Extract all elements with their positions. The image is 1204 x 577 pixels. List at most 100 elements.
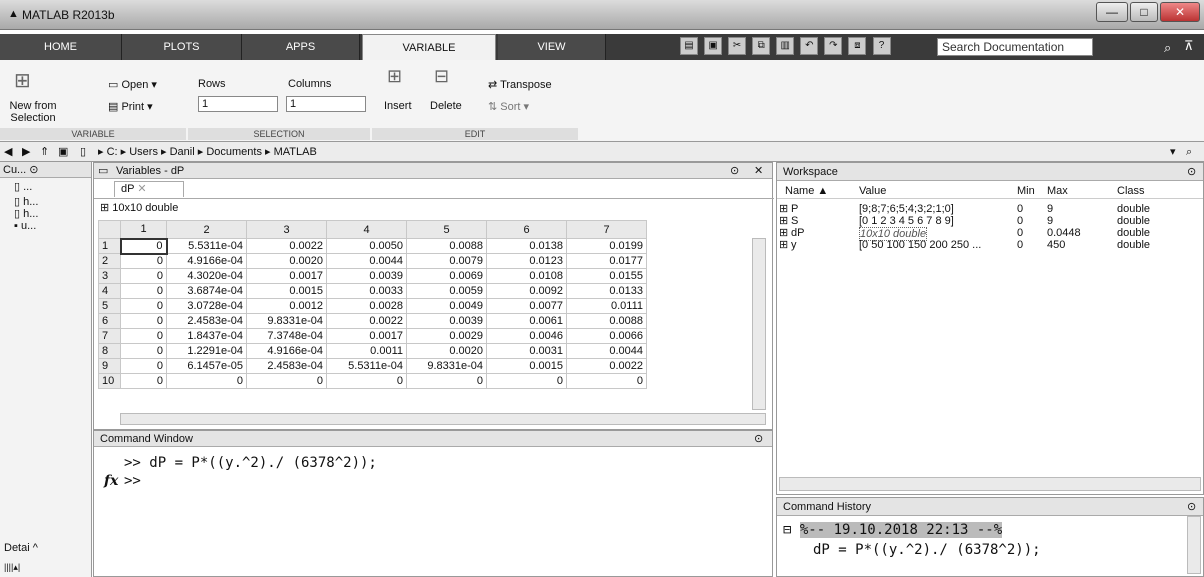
- grid-cell[interactable]: 0.0079: [406, 253, 487, 269]
- back-icon[interactable]: ◀: [4, 142, 12, 162]
- variable-grid[interactable]: 1234567 1 0 5.5311e-04 0.0022 0.0050 0.0088 0.…: [98, 220, 647, 389]
- row-header[interactable]: 2: [98, 253, 121, 269]
- row-header[interactable]: 8: [98, 343, 121, 359]
- tab-plots[interactable]: PLOTS: [122, 34, 242, 60]
- tab-close-icon[interactable]: ✕: [137, 183, 146, 195]
- columns-input[interactable]: 1: [286, 96, 366, 112]
- grid-cell[interactable]: 0.0039: [326, 268, 407, 284]
- row-header[interactable]: 7: [98, 328, 121, 344]
- col-name[interactable]: Name ▲: [785, 185, 828, 197]
- grid-cell[interactable]: 0.0059: [406, 283, 487, 299]
- tab-view[interactable]: VIEW: [498, 34, 606, 60]
- switch-windows-icon[interactable]: ⧈: [848, 37, 867, 55]
- grid-cell[interactable]: 0: [120, 313, 167, 329]
- row-header[interactable]: 5: [98, 298, 121, 314]
- grid-cell[interactable]: 0: [120, 298, 167, 314]
- tab-apps[interactable]: APPS: [242, 34, 360, 60]
- grid-cell[interactable]: 2.4583e-04: [166, 313, 247, 329]
- grid-cell[interactable]: 0.0049: [406, 298, 487, 314]
- grid-cell[interactable]: 0.0017: [246, 268, 327, 284]
- col-value[interactable]: Value: [859, 185, 886, 197]
- grid-cell[interactable]: 0.0108: [486, 268, 567, 284]
- grid-cell[interactable]: 0.0029: [406, 328, 487, 344]
- grid-cell[interactable]: 5.5311e-04: [326, 358, 407, 374]
- column-header[interactable]: 2: [166, 220, 247, 239]
- breadcrumb-users[interactable]: Users: [129, 146, 158, 158]
- grid-cell[interactable]: 7.3748e-04: [246, 328, 327, 344]
- address-search-icon[interactable]: ⌕: [1186, 142, 1192, 162]
- insert-button[interactable]: Insert: [384, 100, 412, 112]
- grid-cell[interactable]: 0.0022: [566, 358, 647, 374]
- grid-cell[interactable]: 0.0199: [566, 238, 647, 254]
- collapse-icon[interactable]: ⊟: [783, 522, 791, 538]
- grid-cell[interactable]: 0.0133: [566, 283, 647, 299]
- grid-cell[interactable]: 2.4583e-04: [246, 358, 327, 374]
- grid-cell[interactable]: 0: [119, 237, 168, 255]
- collapse-toolstrip-icon[interactable]: ⊼: [1184, 38, 1194, 54]
- grid-cell[interactable]: 0: [120, 373, 167, 389]
- breadcrumb-danil[interactable]: Danil: [170, 146, 195, 158]
- layout-icon[interactable]: ▤: [680, 37, 698, 55]
- history-section[interactable]: ⊟ %-- 19.10.2018 22:13 --%: [783, 522, 1003, 538]
- variables-menu-icon[interactable]: ⊙: [730, 164, 739, 177]
- column-header[interactable]: 7: [566, 220, 647, 239]
- paste-icon[interactable]: ▥: [776, 37, 795, 55]
- row-header[interactable]: 1: [98, 238, 121, 254]
- grid-cell[interactable]: 0.0015: [246, 283, 327, 299]
- grid-cell[interactable]: 0.0012: [246, 298, 327, 314]
- row-header[interactable]: 9: [98, 358, 121, 374]
- grid-cell[interactable]: 0: [566, 373, 647, 389]
- row-header[interactable]: 3: [98, 268, 121, 284]
- grid-cell[interactable]: 9.8331e-04: [406, 358, 487, 374]
- copy-icon[interactable]: ⧉: [752, 37, 771, 55]
- up-folder-icon[interactable]: ⇑: [40, 142, 49, 162]
- grid-cell[interactable]: 0.0046: [486, 328, 567, 344]
- row-header[interactable]: 10: [98, 373, 121, 389]
- row-header[interactable]: 4: [98, 283, 121, 299]
- sort-button[interactable]: ⇅ Sort ▾: [488, 100, 529, 113]
- tab-variable[interactable]: VARIABLE: [362, 34, 496, 60]
- open-button[interactable]: ▭ Open ▾: [108, 78, 157, 91]
- command-menu-icon[interactable]: ⊙: [754, 432, 763, 445]
- grid-cell[interactable]: 9.8331e-04: [246, 313, 327, 329]
- variables-close-icon[interactable]: ✕: [754, 164, 763, 177]
- breadcrumb-documents[interactable]: Documents: [206, 146, 262, 158]
- folder-item-2[interactable]: ▯ h...: [14, 207, 38, 220]
- grid-cell[interactable]: 0: [326, 373, 407, 389]
- breadcrumb[interactable]: ▸ C: ▸ Users ▸ Danil ▸ Documents ▸ MATLA…: [98, 142, 317, 162]
- history-entry[interactable]: dP = P*((y.^2)./ (6378^2));: [813, 542, 1041, 558]
- horizontal-scrollbar[interactable]: [120, 413, 766, 425]
- grid-cell[interactable]: 0.0111: [566, 298, 647, 314]
- grid-cell[interactable]: 0.0015: [486, 358, 567, 374]
- grid-cell[interactable]: 0.0061: [486, 313, 567, 329]
- workspace-row[interactable]: ⊞ S [0 1 2 3 4 5 6 7 8 9] 0 9 double: [777, 215, 1203, 227]
- rows-input[interactable]: 1: [198, 96, 278, 112]
- history-scrollbar[interactable]: [1187, 516, 1201, 574]
- workspace-row[interactable]: ⊞ dP 10x10 double 0 0.0448 double: [777, 227, 1203, 241]
- col-max[interactable]: Max: [1047, 185, 1068, 197]
- grid-cell[interactable]: 0: [120, 343, 167, 359]
- grid-cell[interactable]: 3.6874e-04: [166, 283, 247, 299]
- grid-cell[interactable]: 0.0020: [406, 343, 487, 359]
- grid-cell[interactable]: 0.0044: [326, 253, 407, 269]
- col-class[interactable]: Class: [1117, 185, 1145, 197]
- grid-cell[interactable]: 0: [120, 328, 167, 344]
- transpose-button[interactable]: ⇄ Transpose: [488, 78, 552, 91]
- workspace-row[interactable]: ⊞ P [9;8;7;6;5;4;3;2;1;0] 0 9 double: [777, 203, 1203, 215]
- close-button[interactable]: ✕: [1160, 2, 1200, 22]
- column-header[interactable]: 3: [246, 220, 327, 239]
- cut-icon[interactable]: ✂: [728, 37, 747, 55]
- details-toggle[interactable]: Detai ^: [4, 542, 38, 554]
- column-header[interactable]: 6: [486, 220, 567, 239]
- grid-cell[interactable]: 0: [406, 373, 487, 389]
- grid-cell[interactable]: 5.5311e-04: [166, 238, 247, 254]
- grid-cell[interactable]: 0.0017: [326, 328, 407, 344]
- grid-cell[interactable]: 6.1457e-05: [166, 358, 247, 374]
- column-header[interactable]: 1: [120, 220, 167, 239]
- grid-cell[interactable]: 1.8437e-04: [166, 328, 247, 344]
- grid-cell[interactable]: 4.3020e-04: [166, 268, 247, 284]
- save-icon[interactable]: ▣: [704, 37, 723, 55]
- command-prompt[interactable]: >>: [124, 473, 141, 489]
- folder-item-3[interactable]: ▪ u...: [14, 220, 36, 232]
- breadcrumb-c[interactable]: C:: [107, 146, 118, 158]
